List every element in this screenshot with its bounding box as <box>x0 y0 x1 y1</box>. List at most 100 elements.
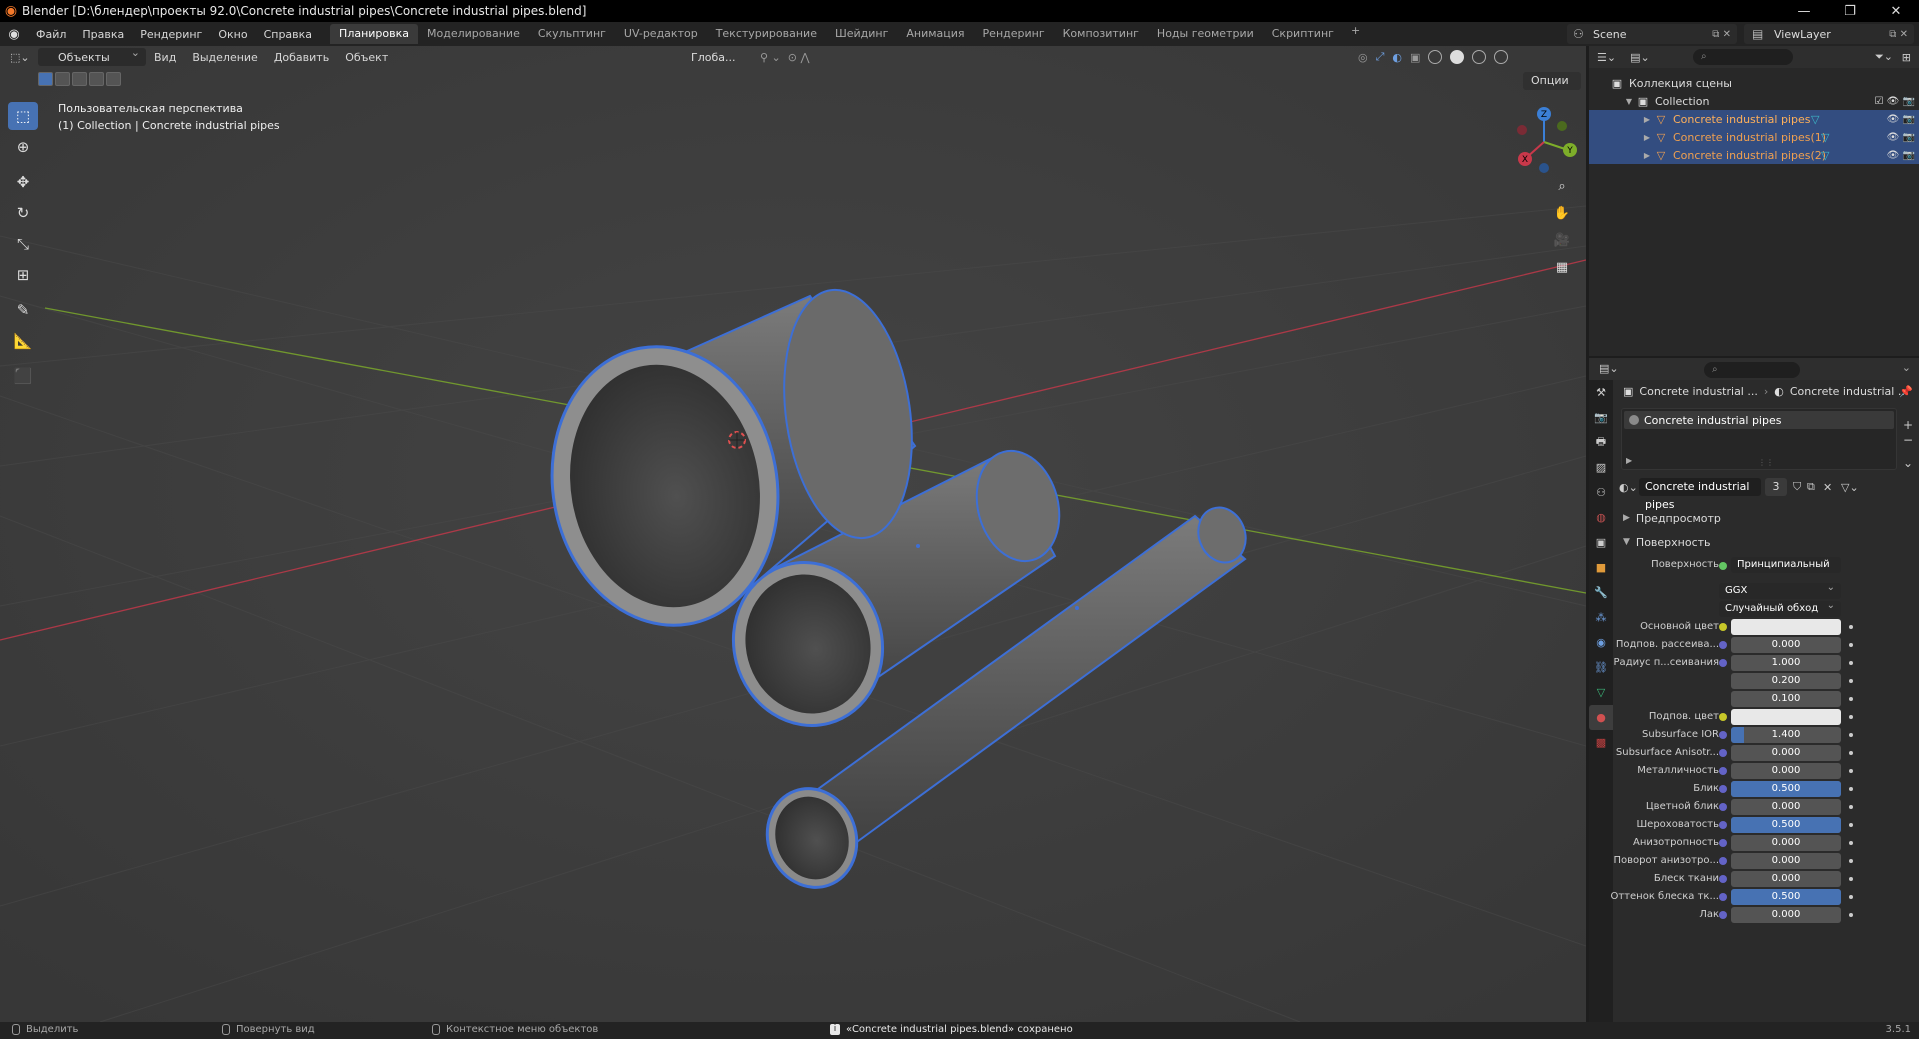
display-mode-icon[interactable]: ▤⌄ <box>1630 51 1650 64</box>
viewport-menu-select[interactable]: Выделение <box>184 51 266 64</box>
tab-compositing[interactable]: Композитинг <box>1054 24 1148 44</box>
select-invert-icon[interactable] <box>89 72 104 86</box>
navigation-gizmo[interactable]: Z Y X <box>1504 98 1584 178</box>
wireframe-shading-icon[interactable] <box>1428 50 1443 64</box>
gizmo-toggle-icon[interactable]: ⤢ <box>1376 50 1385 64</box>
constraints-tab-icon[interactable]: ⛓ <box>1589 655 1613 680</box>
pin-icon[interactable]: 📌 <box>1899 385 1913 398</box>
number-field[interactable]: 0.000 <box>1731 745 1841 761</box>
tab-modeling[interactable]: Моделирование <box>418 24 529 44</box>
scale-tool-icon[interactable]: ⤡ <box>8 230 38 258</box>
view-layer-tab-icon[interactable]: ▨ <box>1589 455 1613 480</box>
render-tab-icon[interactable]: 📷 <box>1589 405 1613 430</box>
add-workspace-button[interactable]: + <box>1343 24 1368 44</box>
keyframe-dot-icon[interactable] <box>1849 877 1853 881</box>
material-users-count[interactable]: 3 <box>1765 478 1787 496</box>
number-field[interactable]: 1.000 <box>1731 655 1841 671</box>
input-socket-icon[interactable] <box>1719 821 1727 829</box>
blender-menu-icon[interactable]: ◉ <box>0 27 28 42</box>
object-visibility-controls[interactable]: 👁 📷 <box>1887 114 1915 125</box>
number-field[interactable]: 0.000 <box>1731 835 1841 851</box>
duplicate-material-icon[interactable]: ⧉ <box>1807 480 1815 494</box>
rotate-tool-icon[interactable]: ↻ <box>8 199 38 227</box>
mesh-data-icon[interactable]: ▽ <box>1821 131 1829 144</box>
visibility-icon[interactable]: ◎ <box>1358 51 1368 64</box>
color-field[interactable] <box>1731 619 1841 635</box>
scene-tab-icon[interactable]: ⚇ <box>1589 480 1613 505</box>
number-field[interactable]: 0.500 <box>1731 889 1841 905</box>
keyframe-dot-icon[interactable] <box>1849 697 1853 701</box>
fake-user-icon[interactable]: ⛉ <box>1793 480 1801 494</box>
view-layer-actions-icon[interactable]: ⧉ ✕ <box>1889 29 1908 40</box>
ortho-grid-icon[interactable]: ▦ <box>1550 255 1574 279</box>
input-socket-icon[interactable] <box>1719 767 1727 775</box>
tab-layout[interactable]: Планировка <box>330 24 419 44</box>
remove-slot-icon[interactable]: − <box>1903 433 1913 448</box>
browse-material-icon[interactable]: ◐⌄ <box>1619 481 1638 494</box>
number-field[interactable]: 0.000 <box>1731 763 1841 779</box>
input-socket-icon[interactable] <box>1719 641 1727 649</box>
data-tab-icon[interactable]: ▽ <box>1589 680 1613 705</box>
maximize-icon[interactable]: ❐ <box>1827 0 1873 22</box>
object-visibility-controls[interactable]: 👁 📷 <box>1887 132 1915 143</box>
world-tab-icon[interactable]: ◍ <box>1589 505 1613 530</box>
menu-help[interactable]: Справка <box>256 28 320 41</box>
keyframe-dot-icon[interactable] <box>1849 661 1853 665</box>
measure-tool-icon[interactable]: 📐 <box>8 327 38 355</box>
input-socket-icon[interactable] <box>1719 875 1727 883</box>
link-mode-icon[interactable]: ▽⌄ <box>1841 481 1859 494</box>
number-field[interactable]: 0.000 <box>1731 907 1841 923</box>
3d-viewport[interactable]: ⬚⌄ Объекты Вид Выделение Добавить Объект… <box>0 46 1586 1022</box>
input-socket-icon[interactable] <box>1719 659 1727 667</box>
solid-shading-icon[interactable] <box>1450 50 1465 64</box>
particles-tab-icon[interactable]: ⁂ <box>1589 605 1613 630</box>
tab-sculpting[interactable]: Скульптинг <box>529 24 615 44</box>
keyframe-dot-icon[interactable] <box>1849 769 1853 773</box>
input-socket-icon[interactable] <box>1719 749 1727 757</box>
number-field[interactable]: 0.000 <box>1731 637 1841 653</box>
number-field[interactable]: 0.500 <box>1731 817 1841 833</box>
surface-panel-header[interactable]: ▼ Поверхность <box>1617 532 1919 552</box>
overlay-toggle-icon[interactable]: ◐ <box>1392 51 1402 64</box>
keyframe-dot-icon[interactable] <box>1849 643 1853 647</box>
keyframe-dot-icon[interactable] <box>1849 751 1853 755</box>
material-slot-list[interactable]: Concrete industrial pipes ▶ ⋮⋮ <box>1621 408 1897 470</box>
keyframe-dot-icon[interactable] <box>1849 841 1853 845</box>
subsurface-method-dropdown[interactable]: Случайный обход <box>1719 598 1841 617</box>
number-field[interactable]: 1.400 <box>1731 727 1841 743</box>
menu-edit[interactable]: Правка <box>74 28 132 41</box>
collection-tab-icon[interactable]: ▣ <box>1589 530 1613 555</box>
mesh-data-icon[interactable]: ▽ <box>1811 113 1819 126</box>
properties-editor-icon[interactable]: ▤⌄ <box>1599 362 1619 375</box>
properties-options-icon[interactable]: ⌄ <box>1902 361 1911 374</box>
tab-scripting[interactable]: Скриптинг <box>1263 24 1343 44</box>
expand-arrow-icon[interactable]: ▶ <box>1641 115 1653 124</box>
slot-specials-icon[interactable]: ⌄ <box>1903 456 1913 471</box>
keyframe-dot-icon[interactable] <box>1849 823 1853 827</box>
output-tab-icon[interactable]: 🖶 <box>1589 430 1613 455</box>
select-new-icon[interactable] <box>38 72 53 86</box>
input-socket-icon[interactable] <box>1719 713 1727 721</box>
input-socket-icon[interactable] <box>1719 785 1727 793</box>
material-tab-icon[interactable]: ● <box>1589 705 1613 730</box>
tab-geometry-nodes[interactable]: Ноды геометрии <box>1148 24 1263 44</box>
material-slot-item[interactable]: Concrete industrial pipes <box>1624 411 1894 429</box>
number-field[interactable]: 0.000 <box>1731 853 1841 869</box>
snap-proportional-icons[interactable]: ⚲ ⌄ ⊙ ⋀ <box>760 51 810 64</box>
menu-file[interactable]: Файл <box>28 28 74 41</box>
input-socket-icon[interactable] <box>1719 839 1727 847</box>
keyframe-dot-icon[interactable] <box>1849 679 1853 683</box>
pan-hand-icon[interactable]: ✋ <box>1550 201 1574 225</box>
select-box-tool-icon[interactable]: ⬚ <box>8 102 38 130</box>
collapse-arrow-icon[interactable]: ▼ <box>1623 97 1635 106</box>
resize-handle-icon[interactable]: ⋮⋮ <box>1758 458 1774 467</box>
keyframe-dot-icon[interactable] <box>1849 895 1853 899</box>
input-socket-icon[interactable] <box>1719 911 1727 919</box>
select-extend-icon[interactable] <box>55 72 70 86</box>
viewport-menu-add[interactable]: Добавить <box>266 51 337 64</box>
material-name-field[interactable]: Concrete industrial pipes <box>1639 478 1761 511</box>
filter-icon[interactable]: ⏷⌄ <box>1875 50 1893 64</box>
input-socket-icon[interactable] <box>1719 803 1727 811</box>
new-collection-icon[interactable]: ⊞ <box>1902 51 1911 64</box>
number-field[interactable]: 0.500 <box>1731 781 1841 797</box>
